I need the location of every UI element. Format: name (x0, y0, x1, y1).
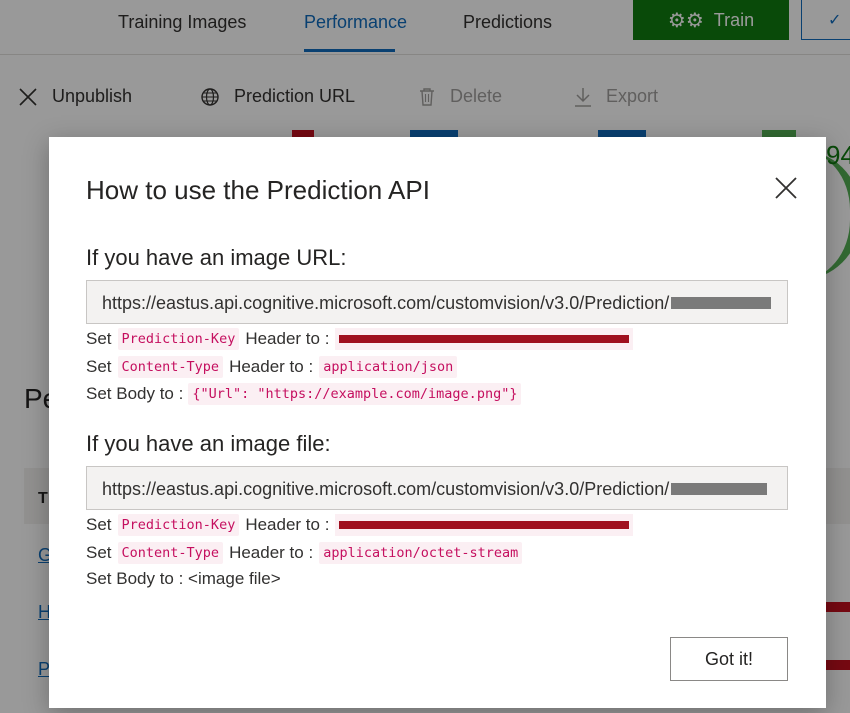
body-value: {"Url": "https://example.com/image.png"} (188, 383, 522, 405)
prediction-key-line: Set Prediction-Key Header to : (86, 328, 634, 350)
body-text: Set Body to : <image file> (86, 569, 281, 588)
redacted-project-id (671, 483, 768, 495)
content-type-code: Content-Type (117, 356, 224, 378)
line-suffix: Header to : (245, 515, 330, 534)
line-prefix: Set Body to : (86, 384, 184, 403)
body-line: Set Body to : {"Url": "https://example.c… (86, 383, 527, 405)
prediction-key-code: Prediction-Key (117, 514, 240, 536)
image-file-heading: If you have an image file: (86, 431, 331, 456)
content-type-value: application/json (319, 356, 458, 378)
body-line: Set Body to : <image file> (86, 569, 281, 589)
line-prefix: Set (86, 329, 112, 348)
redacted-prediction-key (335, 328, 634, 350)
image-file-endpoint-field[interactable]: https://eastus.api.cognitive.microsoft.c… (86, 466, 788, 510)
content-type-line: Set Content-Type Header to : application… (86, 356, 463, 378)
content-type-line: Set Content-Type Header to : application… (86, 542, 528, 564)
endpoint-text: https://eastus.api.cognitive.microsoft.c… (102, 293, 670, 313)
close-icon (775, 177, 797, 199)
redacted-prediction-key (335, 514, 634, 536)
line-suffix: Header to : (229, 543, 314, 562)
dialog-title: How to use the Prediction API (86, 175, 430, 205)
dialog-close-button[interactable] (771, 173, 801, 203)
content-type-code: Content-Type (117, 542, 224, 564)
got-it-button[interactable]: Got it! (670, 637, 788, 681)
image-url-heading: If you have an image URL: (86, 245, 347, 270)
line-suffix: Header to : (229, 357, 314, 376)
redacted-project-id (671, 297, 772, 309)
line-prefix: Set (86, 515, 112, 534)
image-url-endpoint-field[interactable]: https://eastus.api.cognitive.microsoft.c… (86, 280, 788, 324)
prediction-key-code: Prediction-Key (117, 328, 240, 350)
line-prefix: Set (86, 543, 112, 562)
line-prefix: Set (86, 357, 112, 376)
content-type-value: application/octet-stream (319, 542, 523, 564)
endpoint-text: https://eastus.api.cognitive.microsoft.c… (102, 479, 670, 499)
line-suffix: Header to : (245, 329, 330, 348)
prediction-api-dialog: How to use the Prediction API If you hav… (49, 137, 826, 708)
prediction-key-line: Set Prediction-Key Header to : (86, 514, 634, 536)
